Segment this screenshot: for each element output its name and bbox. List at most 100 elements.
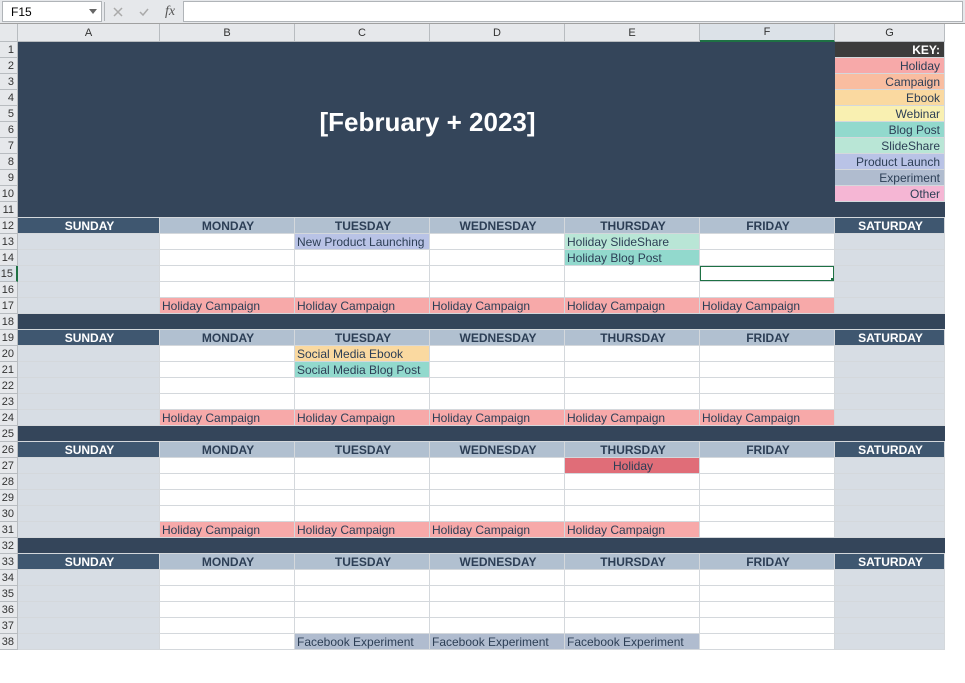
cell[interactable] [295,266,430,282]
row-header[interactable]: 31 [0,522,18,538]
cell[interactable] [835,378,945,394]
cell[interactable]: Webinar [835,106,945,122]
column-header[interactable]: E [565,24,700,42]
cell[interactable]: Campaign [835,74,945,90]
cell[interactable]: Holiday Campaign [430,410,565,426]
cell[interactable] [565,426,700,442]
cell[interactable] [700,394,835,410]
cell[interactable] [430,538,565,554]
row-header[interactable]: 22 [0,378,18,394]
cell[interactable] [160,538,295,554]
cell[interactable] [18,394,160,410]
cell[interactable] [160,266,295,282]
cell[interactable] [295,314,430,330]
column-header[interactable]: C [295,24,430,42]
cell[interactable] [18,250,160,266]
cell[interactable] [18,522,160,538]
cell[interactable] [700,602,835,618]
cell[interactable] [835,282,945,298]
cell[interactable]: Holiday Campaign [430,522,565,538]
row-header[interactable]: 30 [0,506,18,522]
cell[interactable] [295,602,430,618]
row-header[interactable]: 11 [0,202,18,218]
cell[interactable] [160,234,295,250]
cell[interactable] [18,474,160,490]
cell[interactable] [18,346,160,362]
cell[interactable]: KEY: [835,42,945,58]
cell[interactable] [18,538,160,554]
row-header[interactable]: 8 [0,154,18,170]
row-header[interactable]: 9 [0,170,18,186]
cell[interactable]: TUESDAY [295,218,430,234]
cell[interactable] [160,250,295,266]
cell[interactable] [160,634,295,650]
cell[interactable] [565,506,700,522]
cell[interactable]: SUNDAY [18,218,160,234]
cell[interactable]: TUESDAY [295,442,430,458]
cell[interactable] [565,586,700,602]
cell[interactable] [835,474,945,490]
enter-icon[interactable] [131,0,157,23]
cell[interactable] [295,538,430,554]
cell[interactable] [160,602,295,618]
cell[interactable] [160,586,295,602]
cell[interactable] [565,346,700,362]
cell[interactable] [430,570,565,586]
cell[interactable] [160,570,295,586]
cell[interactable]: WEDNESDAY [430,330,565,346]
row-header[interactable]: 32 [0,538,18,554]
cell[interactable] [835,250,945,266]
cancel-icon[interactable] [105,0,131,23]
cell[interactable] [430,266,565,282]
cell[interactable] [835,394,945,410]
cell[interactable] [18,266,160,282]
cell[interactable] [295,426,430,442]
cell[interactable] [430,282,565,298]
cell[interactable] [430,314,565,330]
row-header[interactable]: 12 [0,218,18,234]
row-header[interactable]: 33 [0,554,18,570]
cell[interactable] [430,586,565,602]
row-header[interactable]: 25 [0,426,18,442]
cell[interactable]: SATURDAY [835,442,945,458]
cell[interactable] [160,378,295,394]
cell[interactable]: Ebook [835,90,945,106]
cell[interactable] [835,298,945,314]
cell[interactable] [835,522,945,538]
cell[interactable] [700,538,835,554]
cell[interactable] [18,570,160,586]
cell[interactable] [835,570,945,586]
cell[interactable]: Holiday [565,458,700,474]
cell[interactable] [835,426,945,442]
cell[interactable] [565,282,700,298]
cell[interactable] [700,570,835,586]
cell[interactable] [565,618,700,634]
cell[interactable]: Facebook Experiment [565,634,700,650]
row-header[interactable]: 5 [0,106,18,122]
cell[interactable] [430,378,565,394]
cell[interactable] [295,570,430,586]
cell[interactable] [565,474,700,490]
row-header[interactable]: 13 [0,234,18,250]
cell[interactable] [430,234,565,250]
cell[interactable] [18,586,160,602]
cell[interactable]: Facebook Experiment [430,634,565,650]
cell[interactable] [700,314,835,330]
cell[interactable]: New Product Launching [295,234,430,250]
cell[interactable] [18,298,160,314]
cell[interactable]: Holiday Campaign [160,298,295,314]
cell[interactable] [835,586,945,602]
cell[interactable]: Holiday Campaign [295,410,430,426]
row-header[interactable]: 16 [0,282,18,298]
cell[interactable] [160,362,295,378]
column-header[interactable]: A [18,24,160,42]
cell[interactable] [565,490,700,506]
cell[interactable] [700,426,835,442]
cell[interactable]: MONDAY [160,554,295,570]
cell[interactable] [295,394,430,410]
cell[interactable] [18,378,160,394]
cell[interactable] [835,634,945,650]
cell[interactable] [700,634,835,650]
cell[interactable] [160,474,295,490]
cell[interactable] [295,378,430,394]
